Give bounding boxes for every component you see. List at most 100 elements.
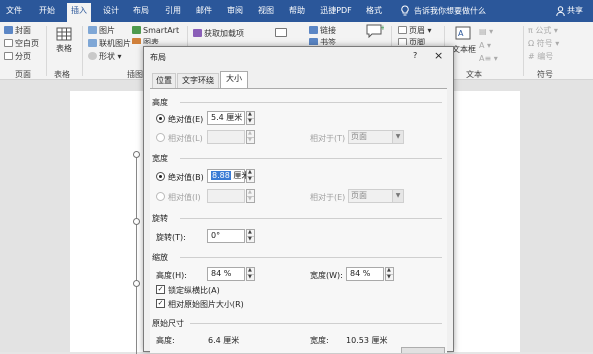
height-relative-spinner[interactable]: ▲ ▼	[246, 130, 255, 144]
symbol-label: 符号	[536, 39, 553, 48]
resize-handle[interactable]	[133, 218, 140, 225]
spin-up-icon: ▲	[248, 229, 252, 235]
scale-width-input[interactable]: 84 %	[346, 267, 384, 281]
scale-height-label: 高度(H):	[156, 271, 187, 280]
table-button[interactable]: 表格	[54, 27, 74, 54]
height-relative-to-label: 相对于(T)	[310, 134, 346, 143]
height-absolute-input[interactable]: 5.4 厘米	[207, 111, 245, 125]
tab-design[interactable]: 设计	[101, 4, 121, 22]
textbox-label: 文本框	[452, 45, 476, 54]
section-divider	[180, 257, 442, 258]
header-button[interactable]: 页眉 ▾	[398, 26, 432, 36]
get-addins-label: 获取加载项	[204, 29, 244, 38]
help-button[interactable]: ?	[413, 51, 417, 60]
cover-button[interactable]: 封面	[4, 26, 31, 36]
spin-up-icon: ▲	[248, 130, 252, 136]
rotation-spinner[interactable]: ▲ ▼	[246, 229, 255, 243]
tell-me-text: 告诉我你想要做什么	[414, 6, 486, 16]
smartart-icon	[132, 26, 141, 34]
group-label-text: 文本	[466, 70, 482, 79]
link-button[interactable]: 链接	[309, 26, 336, 36]
reset-button[interactable]	[401, 347, 445, 353]
tab-help[interactable]: 帮助	[287, 4, 307, 22]
equation-button[interactable]: π 公式 ▾	[528, 26, 558, 36]
tell-me-search[interactable]: 告诉我你想要做什么	[400, 5, 486, 17]
group-label-tables: 表格	[54, 70, 70, 79]
blank-page-button[interactable]: 空白页	[4, 39, 39, 49]
tab-insert[interactable]: 插入	[67, 3, 91, 22]
relative-original-checkbox[interactable]: ✓	[156, 299, 165, 308]
page-break-icon	[4, 52, 13, 60]
tab-pdf[interactable]: 迅捷PDF	[316, 4, 356, 22]
pictures-button[interactable]: 图片	[88, 26, 115, 36]
close-button[interactable]: ×	[434, 49, 443, 62]
spin-up-icon: ▲	[248, 267, 252, 273]
scale-height-spinner[interactable]: ▲ ▼	[246, 267, 255, 281]
dialog-tab-size[interactable]: 大小	[220, 71, 248, 88]
get-addins-button[interactable]: 获取加载项	[193, 29, 244, 39]
equation-label: 公式	[535, 26, 552, 35]
chart-button[interactable]: 图表	[132, 38, 159, 44]
page-break-button[interactable]: 分页	[4, 52, 31, 62]
width-absolute-input[interactable]: 8.88 厘米	[207, 169, 249, 183]
tab-references[interactable]: 引用	[163, 4, 183, 22]
online-pictures-button[interactable]: 联机图片	[88, 39, 131, 49]
height-relative-input[interactable]	[207, 130, 245, 144]
lightbulb-icon	[401, 5, 409, 16]
online-video-button[interactable]	[275, 28, 289, 39]
table-icon	[56, 27, 72, 41]
group-label-pages: 页面	[15, 70, 31, 79]
height-relative-to-select[interactable]: 页面 ▼	[348, 130, 404, 144]
width-relative-spinner[interactable]: ▲ ▼	[246, 189, 255, 203]
symbol-button[interactable]: Ω 符号 ▾	[528, 39, 559, 49]
tab-home[interactable]: 开始	[36, 4, 58, 22]
dropcap-button[interactable]: A≡ ▾	[479, 54, 498, 64]
spin-down-icon: ▼	[248, 176, 252, 182]
footer-icon	[398, 38, 407, 45]
group-separator	[82, 26, 83, 76]
tab-layout[interactable]: 布局	[131, 4, 151, 22]
dialog-tab-text-wrapping[interactable]: 文字环绕	[177, 73, 219, 88]
rotation-input[interactable]: 0°	[207, 229, 245, 243]
scale-width-spinner[interactable]: ▲ ▼	[385, 267, 394, 281]
page-break-label: 分页	[15, 52, 31, 61]
textbox-button[interactable]: A	[452, 26, 474, 43]
dialog-tab-position[interactable]: 位置	[152, 73, 176, 88]
share-button[interactable]: 共享	[556, 5, 583, 16]
shapes-button[interactable]: 形状 ▾	[88, 52, 122, 62]
rotate-section-title: 旋转	[152, 214, 168, 223]
lock-aspect-checkbox[interactable]: ✓	[156, 285, 165, 294]
quick-parts-button[interactable]: ▤ ▾	[479, 27, 493, 37]
width-relative-input[interactable]	[207, 189, 245, 203]
tab-format[interactable]: 格式	[364, 4, 384, 22]
smartart-button[interactable]: SmartArt	[132, 26, 179, 36]
resize-handle[interactable]	[133, 151, 140, 158]
width-relative-radio[interactable]	[156, 192, 165, 201]
height-relative-radio[interactable]	[156, 133, 165, 142]
height-absolute-radio[interactable]	[156, 114, 165, 123]
scale-height-input[interactable]: 84 %	[207, 267, 245, 281]
svg-text:+: +	[380, 24, 384, 32]
tab-file[interactable]: 文件	[4, 4, 24, 22]
layout-dialog: 布局 ? × 位置 文字环绕 大小 高度 绝对值(E) 5.4 厘米 ▲ ▼ 相对…	[143, 46, 454, 353]
spin-down-icon: ▼	[248, 118, 252, 124]
original-height-label: 高度:	[156, 336, 175, 345]
tab-review[interactable]: 审阅	[225, 4, 245, 22]
bookmark-button[interactable]: 书签	[309, 38, 336, 45]
tab-mailings[interactable]: 邮件	[194, 4, 214, 22]
original-width-label: 宽度:	[310, 336, 329, 345]
width-relative-to-select[interactable]: 页面 ▼	[348, 189, 404, 203]
resize-handle[interactable]	[133, 280, 140, 287]
wordart-button[interactable]: A ▾	[479, 41, 491, 51]
spin-down-icon: ▼	[248, 274, 252, 280]
bookmark-icon	[309, 38, 318, 45]
footer-button[interactable]: 页脚	[398, 38, 425, 45]
spin-down-icon: ▼	[387, 274, 391, 280]
width-absolute-spinner[interactable]: ▲ ▼	[246, 169, 255, 183]
original-width-value: 10.53 厘米	[346, 336, 388, 345]
height-absolute-spinner[interactable]: ▲ ▼	[246, 111, 255, 125]
number-button[interactable]: # 编号	[528, 52, 553, 62]
width-absolute-radio[interactable]	[156, 172, 165, 181]
comment-button[interactable]: +	[366, 24, 386, 41]
tab-view[interactable]: 视图	[256, 4, 276, 22]
